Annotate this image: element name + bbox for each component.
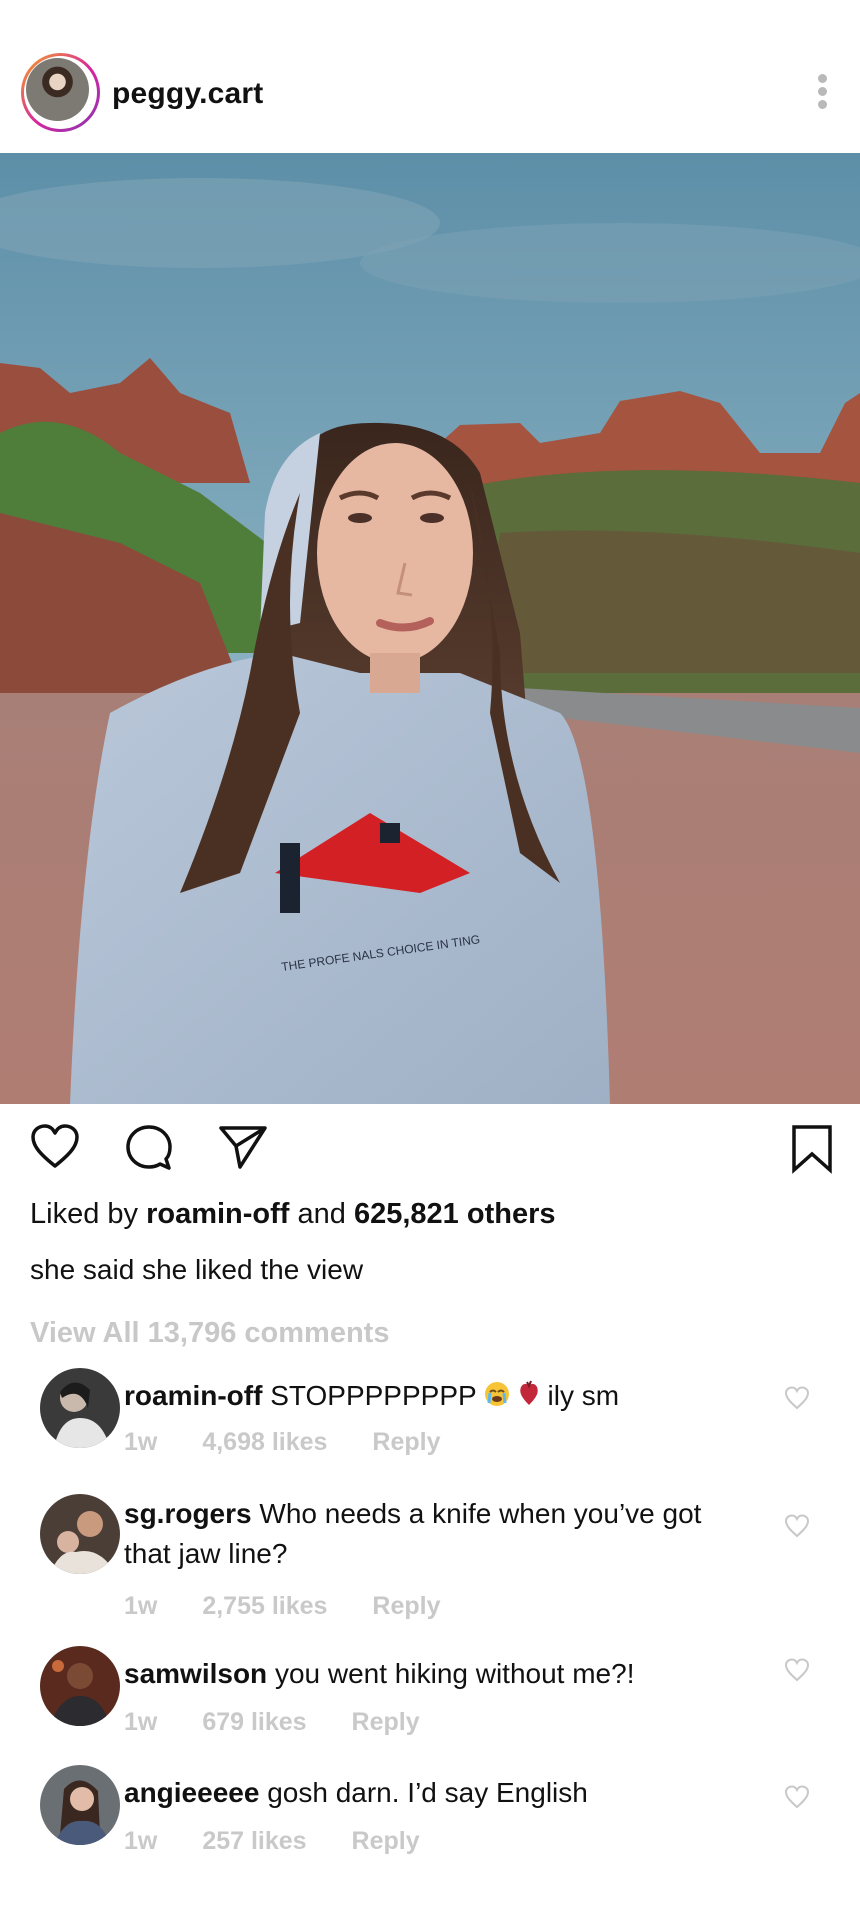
heart-icon[interactable] [784, 1658, 810, 1682]
comment-time: 1w [124, 1827, 158, 1855]
comment-icon[interactable] [124, 1124, 174, 1177]
likes-user-link[interactable]: roamin-off [146, 1198, 289, 1230]
comment-meta: 1w 679 likes Reply [124, 1708, 458, 1737]
avatar[interactable] [40, 1765, 120, 1845]
post-actions [0, 1104, 860, 1184]
post-username[interactable]: peggy.cart [112, 77, 264, 111]
comment-text: angieeeee gosh darn. I’d say English [124, 1773, 744, 1813]
share-icon[interactable] [218, 1124, 268, 1175]
comment-username[interactable]: angieeeee [124, 1777, 259, 1808]
reply-button[interactable]: Reply [372, 1428, 440, 1456]
post-caption: she said she liked the view [30, 1254, 364, 1285]
post-photo[interactable]: THE PROFE NALS CHOICE IN TING [0, 153, 860, 1104]
comment-likes[interactable]: 257 likes [202, 1827, 306, 1855]
more-dots-icon[interactable] [816, 74, 828, 114]
comment-time: 1w [124, 1592, 158, 1620]
comment-likes[interactable]: 679 likes [202, 1708, 306, 1736]
comment-username[interactable]: sg.rogers [124, 1498, 252, 1529]
avatar[interactable] [40, 1368, 120, 1448]
comment-likes[interactable]: 4,698 likes [202, 1428, 327, 1456]
reply-button[interactable]: Reply [352, 1827, 420, 1855]
comment-time: 1w [124, 1708, 158, 1736]
avatar[interactable] [40, 1646, 120, 1726]
comment-meta: 1w 4,698 likes Reply [124, 1428, 478, 1457]
view-all-comments-link[interactable]: View All 13,796 comments [30, 1317, 389, 1350]
comment-text: samwilson you went hiking without me?! [124, 1654, 744, 1694]
comment-body: STOPPPPPPPP [270, 1380, 477, 1411]
comment-time: 1w [124, 1428, 158, 1456]
comment-meta: 1w 2,755 likes Reply [124, 1592, 478, 1621]
heart-icon[interactable] [784, 1785, 810, 1809]
likes-count-link[interactable]: 625,821 others [354, 1198, 556, 1230]
likes-summary: Liked by roamin-off and 625,821 others [30, 1198, 555, 1231]
post-header: peggy.cart [0, 0, 860, 153]
profile-avatar[interactable] [21, 53, 100, 132]
emoji-crying-icon [484, 1378, 510, 1418]
likes-prefix: Liked by [30, 1198, 139, 1230]
bookmark-icon[interactable] [790, 1124, 834, 1179]
reply-button[interactable]: Reply [372, 1592, 440, 1620]
comment-meta: 1w 257 likes Reply [124, 1827, 458, 1856]
comment-username[interactable]: samwilson [124, 1658, 267, 1689]
comment-body-tail: ily sm [547, 1380, 620, 1411]
comment-username[interactable]: roamin-off [124, 1380, 262, 1411]
heart-icon[interactable] [784, 1514, 810, 1538]
comment-text: roamin-off STOPPPPPPPP ily sm [124, 1376, 744, 1418]
avatar[interactable] [40, 1494, 120, 1574]
comment-likes[interactable]: 2,755 likes [202, 1592, 327, 1620]
likes-and: and [297, 1198, 346, 1230]
heart-icon[interactable] [30, 1124, 80, 1175]
reply-button[interactable]: Reply [352, 1708, 420, 1736]
comment-text: sg.rogers Who needs a knife when you’ve … [124, 1494, 744, 1574]
comment-body: gosh darn. I’d say English [267, 1777, 588, 1808]
heart-icon[interactable] [784, 1386, 810, 1410]
comment-body: you went hiking without me?! [274, 1658, 635, 1689]
emoji-heart-icon [518, 1378, 540, 1418]
